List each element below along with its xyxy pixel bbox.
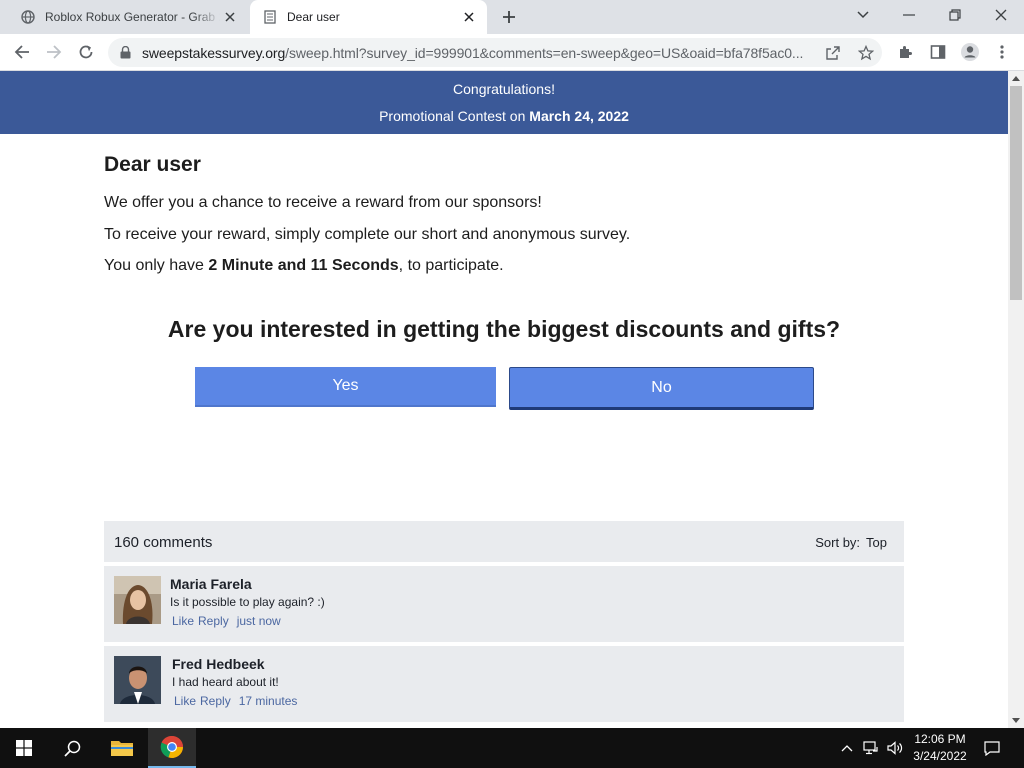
lock-icon[interactable] bbox=[120, 46, 134, 59]
url-text[interactable]: sweepstakessurvey.org/sweep.html?survey_… bbox=[142, 45, 812, 61]
like-link[interactable]: Like bbox=[172, 614, 194, 628]
close-tab-icon[interactable] bbox=[459, 7, 479, 27]
new-tab-button[interactable] bbox=[497, 6, 521, 28]
timer-suffix: , to participate. bbox=[398, 257, 504, 274]
sort-label: Sort by: bbox=[815, 535, 861, 550]
tab-search-button[interactable] bbox=[840, 0, 886, 30]
chevron-up-icon[interactable] bbox=[838, 739, 856, 757]
avatar[interactable] bbox=[114, 656, 161, 704]
kebab-menu-icon bbox=[1000, 45, 1004, 59]
scroll-down-arrow-icon[interactable] bbox=[1012, 718, 1020, 723]
restore-icon bbox=[949, 9, 961, 21]
comment-item: Fred Hedbeek I had heard about it! Like R… bbox=[104, 646, 904, 722]
start-button[interactable] bbox=[0, 728, 48, 768]
restore-button[interactable] bbox=[932, 0, 978, 30]
no-button[interactable]: No bbox=[509, 367, 814, 410]
comment-author[interactable]: Fred Hedbeek bbox=[172, 656, 265, 672]
side-panel-icon bbox=[930, 45, 946, 59]
url-path: /sweep.html?survey_id=999901&comments=en… bbox=[285, 44, 804, 61]
plus-icon bbox=[503, 11, 515, 23]
comments-section: 160 comments Sort by: Top Maria Farela Is… bbox=[104, 521, 904, 722]
forward-button[interactable] bbox=[40, 38, 68, 66]
network-icon[interactable] bbox=[862, 739, 880, 757]
timer-prefix: You only have bbox=[104, 257, 209, 274]
document-icon bbox=[262, 9, 278, 25]
avatar-icon bbox=[961, 43, 979, 61]
avatar[interactable] bbox=[114, 576, 161, 624]
close-window-button[interactable] bbox=[978, 0, 1024, 30]
banner-date: March 24, 2022 bbox=[529, 108, 629, 124]
sort-value[interactable]: Top bbox=[866, 535, 887, 550]
search-icon bbox=[63, 740, 80, 757]
vertical-scrollbar[interactable] bbox=[1008, 71, 1024, 728]
windows-taskbar: 12:06 PM 3/24/2022 bbox=[0, 728, 1024, 768]
profile-button[interactable] bbox=[956, 38, 984, 66]
back-arrow-icon bbox=[14, 45, 29, 59]
chrome-icon bbox=[160, 735, 183, 758]
puzzle-icon bbox=[900, 46, 912, 58]
forward-arrow-icon bbox=[47, 45, 62, 59]
reply-link[interactable]: Reply bbox=[200, 694, 231, 708]
timer-text: You only have 2 Minute and 11 Seconds, t… bbox=[104, 257, 504, 275]
system-clock[interactable]: 12:06 PM 3/24/2022 bbox=[908, 731, 972, 765]
minimize-icon bbox=[903, 14, 915, 16]
comment-text: I had heard about it! bbox=[172, 675, 279, 689]
comment-item: Maria Farela Is it possible to play agai… bbox=[104, 566, 904, 642]
banner-subtitle: Promotional Contest on March 24, 2022 bbox=[0, 108, 1008, 124]
survey-question: Are you interested in getting the bigges… bbox=[167, 316, 841, 342]
yes-button[interactable]: Yes bbox=[195, 367, 496, 407]
header-banner: Congratulations! Promotional Contest on … bbox=[0, 71, 1008, 134]
page-title: Dear user bbox=[104, 153, 201, 176]
tab-title: Roblox Robux Generator - Grab 2 bbox=[45, 10, 220, 24]
scroll-up-arrow-icon[interactable] bbox=[1012, 76, 1020, 81]
comment-time: just now bbox=[236, 614, 281, 628]
intro-text: We offer you a chance to receive a rewar… bbox=[104, 194, 542, 211]
chevron-down-icon bbox=[857, 11, 869, 19]
comments-header: 160 comments Sort by: Top bbox=[104, 521, 904, 562]
banner-title: Congratulations! bbox=[453, 81, 555, 97]
close-tab-icon[interactable] bbox=[220, 7, 240, 27]
share-icon[interactable] bbox=[822, 42, 844, 64]
url-host: sweepstakessurvey.org bbox=[142, 44, 286, 61]
comment-actions: Like Reply just now bbox=[172, 614, 285, 628]
chrome-taskbar-button[interactable] bbox=[148, 728, 196, 768]
close-icon bbox=[995, 9, 1007, 21]
notifications-icon[interactable] bbox=[983, 739, 1001, 757]
comment-author[interactable]: Maria Farela bbox=[170, 576, 252, 592]
comment-text: Is it possible to play again? :) bbox=[170, 595, 325, 609]
minimize-button[interactable] bbox=[886, 0, 932, 30]
browser-toolbar: sweepstakessurvey.org/sweep.html?survey_… bbox=[0, 34, 1024, 71]
back-button[interactable] bbox=[8, 38, 36, 66]
page-viewport: Congratulations! Promotional Contest on … bbox=[0, 71, 1008, 728]
tab-strip: Roblox Robux Generator - Grab 2 Dear use… bbox=[0, 0, 1024, 34]
like-link[interactable]: Like bbox=[174, 694, 196, 708]
menu-button[interactable] bbox=[988, 38, 1016, 66]
clock-date: 3/24/2022 bbox=[913, 749, 967, 763]
reload-button[interactable] bbox=[72, 38, 100, 66]
comment-actions: Like Reply 17 minutes bbox=[174, 694, 301, 708]
tab-roblox[interactable]: Roblox Robux Generator - Grab 2 bbox=[8, 0, 248, 34]
reload-icon bbox=[79, 45, 93, 59]
banner-subtitle-text: Promotional Contest on bbox=[379, 108, 530, 124]
side-panel-button[interactable] bbox=[924, 38, 952, 66]
folder-icon bbox=[111, 741, 133, 756]
sort-control[interactable]: Sort by: Top bbox=[815, 535, 887, 550]
reply-link[interactable]: Reply bbox=[198, 614, 229, 628]
scrollbar-thumb[interactable] bbox=[1010, 86, 1022, 300]
instruction-text: To receive your reward, simply complete … bbox=[104, 226, 631, 243]
globe-icon bbox=[20, 9, 36, 25]
tab-dear-user[interactable]: Dear user bbox=[250, 0, 487, 34]
bookmark-star-icon[interactable] bbox=[855, 42, 877, 64]
address-bar[interactable]: sweepstakessurvey.org/sweep.html?survey_… bbox=[108, 38, 882, 67]
countdown-time: 2 Minute and 11 Seconds bbox=[208, 257, 399, 274]
file-explorer-button[interactable] bbox=[98, 728, 146, 768]
volume-icon[interactable] bbox=[886, 739, 904, 757]
comment-time: 17 minutes bbox=[238, 694, 298, 708]
comment-count: 160 comments bbox=[114, 534, 213, 551]
tab-title: Dear user bbox=[287, 10, 340, 24]
search-button[interactable] bbox=[48, 728, 96, 768]
clock-time: 12:06 PM bbox=[914, 732, 966, 746]
windows-logo-icon bbox=[16, 740, 32, 756]
extensions-button[interactable] bbox=[892, 38, 920, 66]
